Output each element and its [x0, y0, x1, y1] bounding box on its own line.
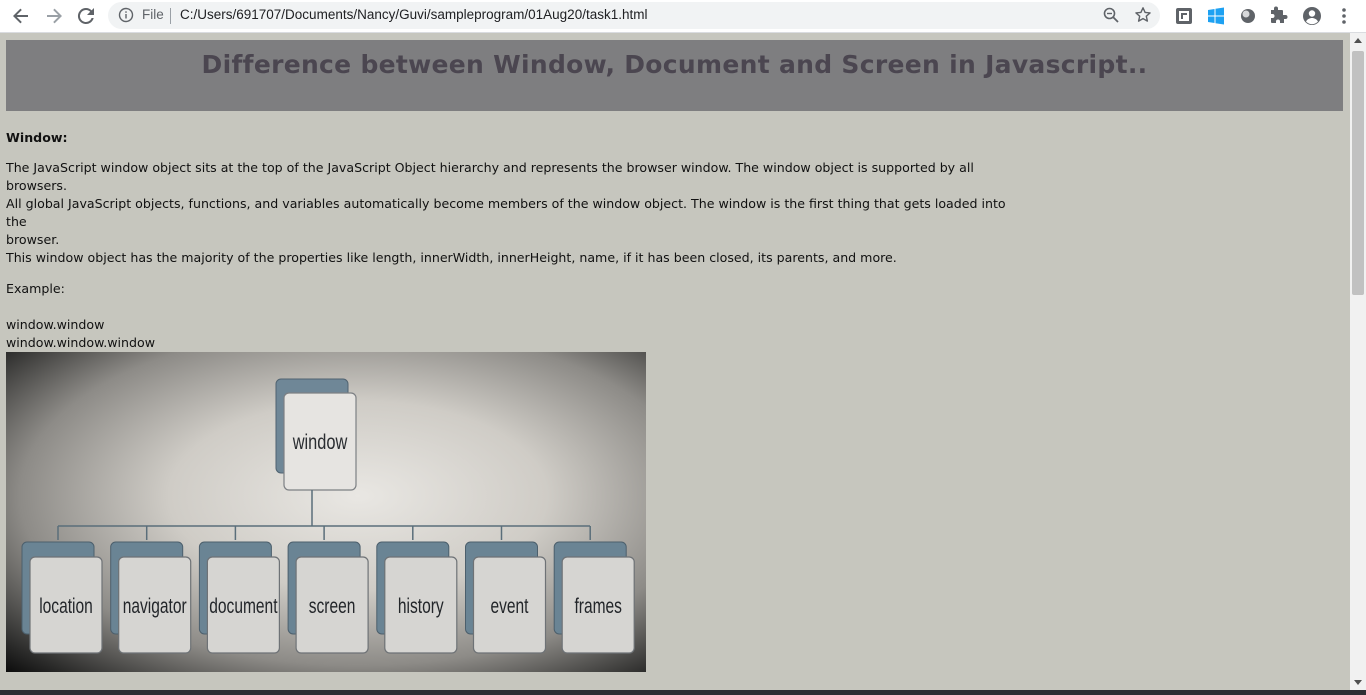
circle-extension-icon[interactable]	[1238, 6, 1258, 26]
child-node-frames: frames	[553, 526, 635, 654]
example-label: Example:	[6, 281, 65, 296]
back-button[interactable]	[9, 4, 33, 28]
child-node-history: history	[376, 526, 458, 654]
code-line: window.window.window	[6, 335, 156, 350]
zoom-icon[interactable]	[1102, 6, 1120, 24]
paragraph-line: The JavaScript window object sits at the…	[6, 160, 974, 193]
window-hierarchy-diagram: window location navigator document screen hi…	[6, 352, 646, 672]
child-node-event: event	[465, 526, 547, 654]
scroll-thumb[interactable]	[1352, 51, 1364, 295]
child-node-label: event	[490, 594, 528, 618]
child-node-label: frames	[574, 594, 621, 618]
child-node-label: screen	[309, 594, 356, 618]
scroll-down-arrow[interactable]	[1354, 680, 1362, 685]
arrow-right-icon	[47, 8, 62, 24]
extension-docs-icon[interactable]	[1174, 6, 1194, 26]
code-line: window.window	[6, 317, 105, 332]
page-header: Difference between Window, Document and …	[6, 40, 1343, 111]
url-text[interactable]: C:/Users/691707/Documents/Nancy/Guvi/sam…	[180, 7, 647, 22]
root-node-label: window	[292, 430, 348, 453]
page-title: Difference between Window, Document and …	[201, 50, 1148, 79]
scroll-up-arrow[interactable]	[1354, 38, 1362, 43]
reload-icon	[77, 7, 94, 24]
info-icon[interactable]	[118, 7, 134, 23]
child-node-location: location	[21, 526, 103, 654]
child-node-label: navigator	[123, 594, 187, 618]
more-menu-icon[interactable]	[1334, 6, 1354, 26]
child-node-navigator: navigator	[110, 526, 192, 654]
puzzle-icon[interactable]	[1270, 6, 1290, 26]
hierarchy-svg: window location navigator document screen hi…	[21, 378, 635, 654]
child-nodes: location navigator document screen history ev…	[21, 526, 635, 654]
browser-toolbar: File C:/Users/691707/Documents/Nancy/Guv…	[0, 0, 1366, 33]
root-node: window	[275, 378, 357, 491]
windows-icon[interactable]	[1206, 6, 1226, 26]
section-heading: Window:	[6, 130, 68, 145]
forward-button[interactable]	[42, 4, 66, 28]
paragraph-line: All global JavaScript objects, functions…	[6, 196, 1006, 229]
bottom-strip	[0, 690, 1366, 695]
child-node-label: location	[39, 594, 93, 618]
star-icon[interactable]	[1134, 6, 1152, 24]
paragraph-line: This window object has the majority of t…	[6, 250, 897, 265]
page-content: Window: The JavaScript window object sit…	[6, 129, 1016, 370]
reload-button[interactable]	[74, 4, 98, 28]
child-node-screen: screen	[287, 526, 369, 654]
paragraph-line: browser.	[6, 232, 60, 247]
vertical-scrollbar[interactable]	[1350, 33, 1366, 690]
child-node-label: history	[398, 594, 444, 618]
page-viewport: Difference between Window, Document and …	[0, 33, 1350, 690]
file-label: File	[142, 7, 164, 22]
child-node-document: document	[198, 526, 280, 654]
profile-avatar-icon[interactable]	[1302, 6, 1322, 26]
child-node-label: document	[209, 594, 277, 618]
address-bar[interactable]: File C:/Users/691707/Documents/Nancy/Guv…	[108, 2, 1160, 29]
divider	[170, 8, 171, 24]
arrow-left-icon	[13, 8, 28, 24]
